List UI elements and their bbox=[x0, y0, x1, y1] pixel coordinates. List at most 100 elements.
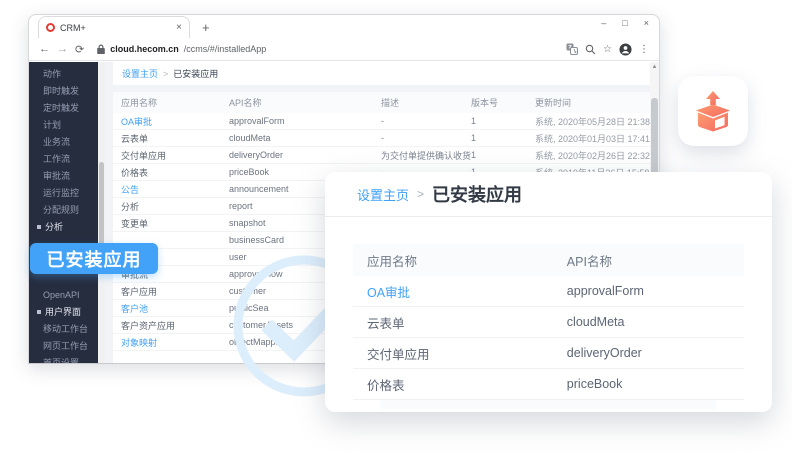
sidebar-scrollbar[interactable] bbox=[98, 62, 105, 363]
panel-breadcrumb: 设置主页 > 已安装应用 bbox=[325, 172, 772, 217]
column-header-description: 描述 bbox=[381, 96, 471, 109]
sidebar-item[interactable]: 分析 bbox=[29, 218, 98, 235]
installed-apps-callout[interactable]: 已安装应用 bbox=[30, 243, 158, 274]
address-bar[interactable]: cloud.hecom.cn/ccms/#/installedApp bbox=[91, 41, 559, 58]
table-row: OA审批approvalForm-1系统, 2020年05月28日 21:38 bbox=[113, 113, 650, 130]
sidebar-item[interactable]: OpenAPI bbox=[29, 286, 98, 303]
api-name-cell: approvalForm bbox=[229, 116, 381, 126]
page-background: CRM+ × + – □ × ← → ⟳ cloud.hecom.cn/ccms… bbox=[0, 0, 792, 459]
sidebar-item-label: 用户界面 bbox=[45, 305, 81, 318]
sidebar-item-label: 移动工作台 bbox=[43, 322, 88, 335]
breadcrumb-settings-home-link[interactable]: 设置主页 bbox=[122, 67, 158, 80]
scroll-up-icon[interactable]: ▲ bbox=[650, 62, 659, 72]
app-name-link[interactable]: 对象映射 bbox=[121, 336, 229, 349]
panel-breadcrumb-settings-home-link[interactable]: 设置主页 bbox=[357, 185, 409, 204]
sidebar-item[interactable]: 运行监控 bbox=[29, 184, 98, 201]
sidebar-item[interactable]: 动作 bbox=[29, 65, 98, 82]
sidebar-item[interactable]: 审批流 bbox=[29, 167, 98, 184]
maximize-button[interactable]: □ bbox=[622, 18, 627, 28]
sidebar-item-label: 定时触发 bbox=[43, 101, 79, 114]
app-name: 云表单 bbox=[121, 132, 229, 145]
new-tab-button[interactable]: + bbox=[202, 18, 210, 38]
panel-api-name-cell: deliveryOrder bbox=[567, 346, 744, 360]
reload-icon[interactable]: ⟳ bbox=[75, 43, 84, 56]
sidebar-scrollbar-thumb[interactable] bbox=[99, 162, 104, 254]
panel-table-header-row: 应用名称 API名称 bbox=[353, 244, 744, 276]
app-name: 变更单 bbox=[121, 217, 229, 230]
window-controls: – □ × bbox=[601, 18, 649, 28]
sidebar-item-label: 首页设置 bbox=[43, 356, 79, 363]
translate-icon[interactable] bbox=[566, 43, 578, 55]
sidebar-item[interactable]: 网页工作台 bbox=[29, 337, 98, 354]
app-name-link[interactable]: OA审批 bbox=[121, 115, 229, 128]
bookmark-star-icon[interactable]: ☆ bbox=[603, 44, 612, 55]
panel-next-row-peek bbox=[381, 400, 716, 409]
crm-favicon-icon bbox=[46, 23, 55, 32]
table-header-row: 应用名称 API名称 描述 版本号 更新时间 bbox=[113, 92, 650, 113]
sidebar-item[interactable]: 业务流 bbox=[29, 133, 98, 150]
minimize-button[interactable]: – bbox=[601, 18, 606, 28]
app-box-icon-card bbox=[678, 76, 748, 146]
panel-table-row: 云表单cloudMeta bbox=[353, 307, 744, 338]
api-name-cell: deliveryOrder bbox=[229, 150, 381, 160]
panel-api-name-cell: approvalForm bbox=[567, 284, 744, 298]
sidebar-item-label: 计划 bbox=[43, 118, 61, 131]
sidebar-item[interactable]: 分配规则 bbox=[29, 201, 98, 218]
panel-api-name-cell: priceBook bbox=[567, 377, 744, 391]
description-cell: - bbox=[381, 116, 471, 126]
browser-toolbar: ← → ⟳ cloud.hecom.cn/ccms/#/installedApp… bbox=[29, 38, 659, 61]
sidebar-item[interactable]: 计划 bbox=[29, 116, 98, 133]
panel-breadcrumb-separator: > bbox=[417, 187, 424, 201]
sidebar-item[interactable]: 移动工作台 bbox=[29, 320, 98, 337]
back-icon[interactable]: ← bbox=[39, 43, 50, 55]
sidebar-item[interactable]: 用户界面 bbox=[29, 303, 98, 320]
panel-app-name: 交付单应用 bbox=[367, 344, 567, 363]
sidebar-item-label: 审批流 bbox=[43, 169, 70, 182]
app-name-link[interactable]: 客户池 bbox=[121, 302, 229, 315]
tab-close-icon[interactable]: × bbox=[176, 22, 182, 33]
profile-avatar-icon[interactable] bbox=[619, 43, 632, 56]
close-button[interactable]: × bbox=[644, 18, 649, 28]
section-bullet-icon bbox=[37, 310, 41, 314]
app-name-link[interactable]: 公告 bbox=[121, 183, 229, 196]
lock-icon bbox=[97, 44, 105, 54]
panel-column-header-app-name: 应用名称 bbox=[367, 251, 567, 270]
installed-apps-zoom-panel: 设置主页 > 已安装应用 应用名称 API名称 OA审批approvalForm… bbox=[325, 172, 772, 412]
app-name: 客户资产应用 bbox=[121, 319, 229, 332]
forward-icon[interactable]: → bbox=[57, 43, 68, 55]
updated-time-cell: 系统, 2020年02月26日 22:32 bbox=[535, 149, 650, 162]
sidebar-item[interactable]: 首页设置 bbox=[29, 354, 98, 363]
table-row: 云表单cloudMeta-1系统, 2020年01月03日 17:41 bbox=[113, 130, 650, 147]
sidebar: 动作即时触发定时触发计划业务流工作流审批流运行监控分配规则分析 OpenAPI 用户… bbox=[29, 62, 98, 363]
version-cell: 1 bbox=[471, 116, 535, 126]
column-header-version: 版本号 bbox=[471, 96, 535, 109]
sidebar-item-label: 即时触发 bbox=[43, 84, 79, 97]
breadcrumb: 设置主页 > 已安装应用 bbox=[113, 62, 650, 85]
tab-title: CRM+ bbox=[60, 23, 171, 33]
column-header-api-name: API名称 bbox=[229, 96, 381, 109]
version-cell: 1 bbox=[471, 133, 535, 143]
panel-table-body: OA审批approvalForm云表单cloudMeta交付单应用deliver… bbox=[353, 276, 744, 400]
breadcrumb-separator: > bbox=[163, 69, 168, 79]
sidebar-item-label: 工作流 bbox=[43, 152, 70, 165]
app-name: 价格表 bbox=[121, 166, 229, 179]
url-domain: cloud.hecom.cn bbox=[110, 44, 179, 54]
browser-menu-icon[interactable]: ⋮ bbox=[639, 44, 649, 55]
zoom-icon[interactable] bbox=[585, 44, 596, 55]
section-bullet-icon bbox=[37, 225, 41, 229]
browser-tab[interactable]: CRM+ × bbox=[38, 16, 190, 38]
sidebar-item[interactable]: 即时触发 bbox=[29, 82, 98, 99]
panel-app-name-link[interactable]: OA审批 bbox=[367, 282, 567, 301]
panel-table-row: 价格表priceBook bbox=[353, 369, 744, 400]
panel-table-row: 交付单应用deliveryOrder bbox=[353, 338, 744, 369]
panel-table: 应用名称 API名称 OA审批approvalForm云表单cloudMeta交… bbox=[353, 244, 744, 409]
url-path: /ccms/#/installedApp bbox=[184, 44, 267, 54]
sidebar-item[interactable]: 定时触发 bbox=[29, 99, 98, 116]
sidebar-item[interactable]: 工作流 bbox=[29, 150, 98, 167]
updated-time-cell: 系统, 2020年01月03日 17:41 bbox=[535, 132, 650, 145]
updated-time-cell: 系统, 2020年05月28日 21:38 bbox=[535, 115, 650, 128]
column-header-updated: 更新时间 bbox=[535, 96, 650, 109]
unbox-arrow-icon bbox=[690, 88, 736, 134]
column-header-app-name: 应用名称 bbox=[121, 96, 229, 109]
panel-app-name: 云表单 bbox=[367, 313, 567, 332]
